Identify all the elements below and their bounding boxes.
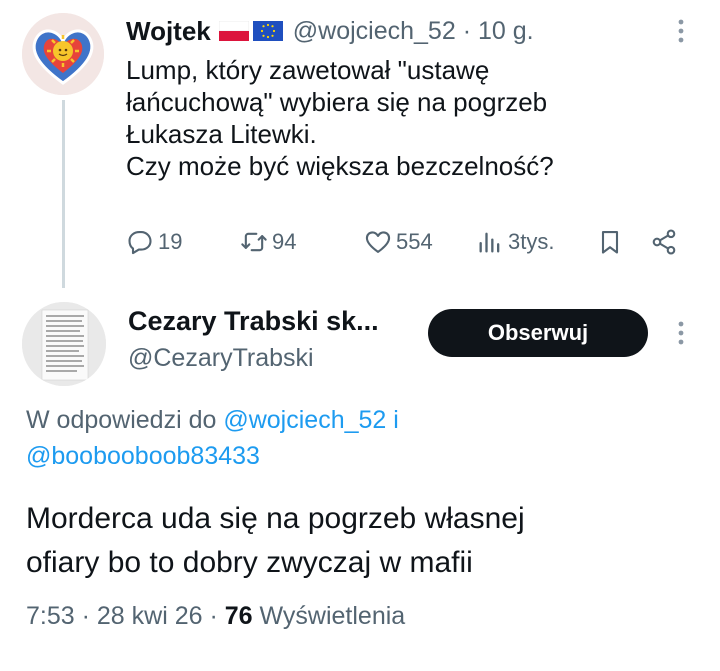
eu-flag-icon bbox=[252, 21, 283, 41]
tweet-meta: 7:53 · 28 kwi 26 · 76 Wyświetlenia bbox=[26, 602, 406, 630]
more-options-icon[interactable] bbox=[666, 318, 696, 348]
views-count: 3tys. bbox=[508, 229, 555, 254]
views-chart-icon bbox=[479, 232, 500, 253]
tweet-text-line: Czy może być większa bezczelność? bbox=[126, 151, 554, 181]
thread-connector-line bbox=[62, 100, 65, 288]
avatar-cezary[interactable] bbox=[22, 302, 106, 386]
follow-button[interactable]: Obserwuj bbox=[428, 309, 648, 357]
replying-to: W odpowiedzi do @wojciech_52 i @booboobo… bbox=[26, 402, 706, 474]
reply-icon bbox=[128, 231, 152, 255]
tweet-text-line: Łukasza Litewki. bbox=[126, 119, 317, 149]
mention-link[interactable]: @boobooboob83433 bbox=[26, 442, 260, 470]
more-options-icon[interactable] bbox=[666, 16, 696, 46]
replying-prefix: W odpowiedzi do bbox=[26, 406, 217, 434]
author-handle[interactable]: @wojciech_52 · 10 g. bbox=[293, 17, 534, 46]
tweet-text-line: łańcuchową" wybiera się na pogrzeb bbox=[126, 87, 548, 117]
tweet-text-line: Lump, który zawetował "ustawę bbox=[126, 55, 490, 85]
like-button[interactable]: 554 bbox=[364, 224, 433, 260]
reply-text-line: Morderca uda się na pogrzeb własnej bbox=[26, 502, 525, 535]
author-name[interactable]: Wojtek bbox=[126, 16, 211, 47]
heart-icon bbox=[365, 231, 391, 253]
views-label: Wyświetlenia bbox=[259, 602, 406, 630]
repost-icon bbox=[241, 232, 267, 252]
reply-text-line: ofiary bo to dobry zwyczaj w mafii bbox=[26, 546, 473, 579]
document-photo-avatar-icon bbox=[22, 302, 106, 386]
reply-author-name[interactable]: Cezary Trabski sk... bbox=[128, 306, 379, 337]
heart-sun-avatar-icon bbox=[22, 13, 104, 95]
tweet-actions: 19 94 554 3tys. bbox=[126, 224, 690, 260]
tweet-header: Wojtek @wojciech_52 · 10 g. bbox=[126, 13, 534, 49]
tweet-timestamp[interactable]: 7:53 bbox=[26, 602, 75, 630]
repost-button[interactable]: 94 bbox=[240, 224, 296, 260]
reply-text: Morderca uda się na pogrzeb własnej ofia… bbox=[26, 497, 706, 585]
reply-button[interactable]: 19 bbox=[126, 224, 182, 260]
repost-count: 94 bbox=[272, 229, 297, 254]
poland-flag-icon bbox=[218, 21, 249, 41]
views-button[interactable]: 3tys. bbox=[476, 224, 554, 260]
tweet-text: Lump, który zawetował "ustawę łańcuchową… bbox=[126, 54, 686, 182]
bookmark-icon bbox=[601, 231, 619, 254]
bookmark-button[interactable] bbox=[596, 224, 628, 260]
like-count: 554 bbox=[396, 229, 433, 254]
mention-link[interactable]: @wojciech_52 bbox=[223, 406, 386, 434]
share-icon bbox=[652, 229, 676, 255]
tweet-date[interactable]: 28 kwi 26 bbox=[97, 602, 203, 630]
tweet-time: 10 g. bbox=[477, 16, 534, 45]
avatar-wojtek[interactable] bbox=[22, 13, 104, 95]
replying-conjunction: i bbox=[393, 406, 399, 434]
reply-count: 19 bbox=[158, 229, 183, 254]
share-button[interactable] bbox=[650, 224, 682, 260]
views-count: 76 bbox=[224, 602, 253, 630]
reply-author-handle[interactable]: @CezaryTrabski bbox=[128, 344, 314, 373]
